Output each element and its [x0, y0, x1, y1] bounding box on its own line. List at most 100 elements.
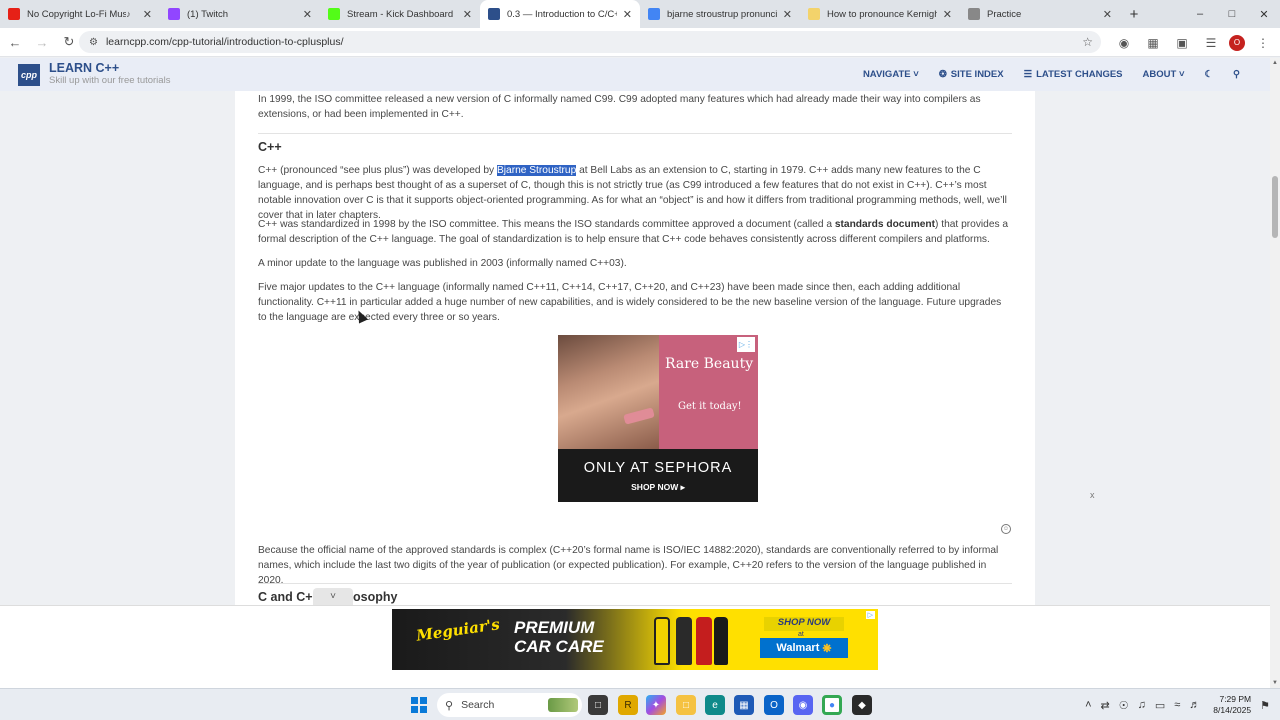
retailer-badge: Walmart ❋	[760, 638, 848, 658]
collapse-ad-chevron-icon[interactable]: ˅	[313, 588, 353, 605]
nav-about[interactable]: ABOUT ˅	[1143, 69, 1185, 80]
product-bottle-image	[654, 617, 670, 665]
maximize-icon[interactable]: □	[1216, 0, 1248, 28]
heading-c-and-cpp-part2: osophy	[353, 590, 398, 604]
nav-latest-changes[interactable]: ☰ LATEST CHANGES	[1024, 69, 1123, 80]
browser-tab[interactable]: How to pronounce Kernighan | ✕	[800, 0, 960, 28]
task-view-icon[interactable]: □	[588, 695, 608, 715]
extension-icon[interactable]: ◉	[1113, 32, 1135, 54]
p1-text-a: C++ (pronounced “see plus plus”) was dev…	[258, 165, 497, 176]
taskbar-search-label: Search	[461, 699, 495, 711]
learncpp-icon	[488, 8, 500, 20]
ad-brand-name: Rare Beauty	[665, 356, 754, 372]
product-bottle-image	[676, 617, 692, 665]
app-tray-icon[interactable]: ◆	[852, 695, 872, 715]
chevron-down-icon: ˅	[913, 69, 919, 80]
volume-icon[interactable]: ♬	[1189, 699, 1200, 711]
meguiars-ad[interactable]: Meguiar's PREMIUM CAR CARE SHOP NOW at W…	[392, 609, 878, 670]
dark-mode-moon-icon[interactable]: ☾	[1205, 69, 1214, 80]
security-icon[interactable]: ☉	[1119, 699, 1129, 712]
product-bottle-image	[714, 617, 728, 665]
page-scrollbar[interactable]: ▲ ▼	[1270, 58, 1280, 688]
system-clock[interactable]: 7:29 PM 8/14/2025	[1213, 694, 1251, 716]
menu-kebab-icon[interactable]: ⋮	[1252, 32, 1274, 54]
browser-tab[interactable]: Stream - Kick Dashboard ✕	[320, 0, 480, 28]
new-tab-button[interactable]: +	[1120, 0, 1148, 28]
chevron-up-icon[interactable]: ˄	[1085, 699, 1091, 711]
feedback-icon[interactable]: ☺	[1001, 524, 1011, 534]
site-nav: NAVIGATE ˅ ❂ SITE INDEX ☰ LATEST CHANGES A…	[863, 58, 1240, 91]
notification-bell-icon[interactable]: ⚑	[1260, 699, 1270, 712]
address-bar[interactable]: ⚙ learncpp.com/cpp-tutorial/introduction…	[79, 31, 1101, 53]
list-icon: ☰	[1023, 69, 1033, 80]
close-tab-icon[interactable]: ✕	[143, 8, 152, 21]
ad-shop-now[interactable]: SHOP NOW	[764, 617, 844, 631]
rare-beauty-ad[interactable]: Rare Beauty Get it today! ONLY AT SEPHOR…	[558, 335, 758, 502]
browser-toolbar: ← → ↻ ⚙ learncpp.com/cpp-tutorial/introd…	[0, 28, 1280, 57]
microphone-icon[interactable]: ♫	[1138, 699, 1146, 711]
minimize-icon[interactable]: –	[1184, 0, 1216, 28]
windows-start-icon[interactable]	[411, 697, 427, 713]
close-tab-icon[interactable]: ✕	[303, 8, 312, 21]
chrome-icon[interactable]: ●	[822, 695, 842, 715]
close-tab-icon[interactable]: ✕	[783, 8, 792, 21]
window-controls: – □ ✕	[1184, 0, 1280, 28]
clock-time: 7:29 PM	[1219, 694, 1252, 704]
close-tab-icon[interactable]: ✕	[943, 8, 952, 21]
adchoices-icon[interactable]: ▷	[865, 611, 875, 619]
browser-tab[interactable]: Practice ✕	[960, 0, 1120, 28]
browser-tab[interactable]: No Copyright Lo-Fi Music 2♪ ✕	[0, 0, 160, 28]
copilot-icon[interactable]: ✦	[646, 695, 666, 715]
scroll-down-arrow-icon[interactable]: ▼	[1270, 680, 1280, 686]
scroll-up-arrow-icon[interactable]: ▲	[1270, 60, 1280, 66]
reload-icon[interactable]: ↻	[57, 30, 81, 54]
paragraph-naming: Because the official name of the approve…	[258, 545, 999, 586]
browser-tab[interactable]: bjarne stroustrup pronunciatio ✕	[640, 0, 800, 28]
highlighted-text[interactable]: Bjarne Stroustrup	[496, 165, 577, 176]
nav-site-index[interactable]: ❂ SITE INDEX	[939, 69, 1004, 80]
windows-taskbar: ⚲ Search □ R ✦ □ e ▦ O ◉ ● ◆ ˄ ⇄ ☉ ♫ ▭ ≈…	[0, 688, 1280, 720]
display-icon[interactable]: ▭	[1155, 699, 1165, 712]
wifi-icon[interactable]: ≈	[1174, 699, 1180, 711]
taskbar-search[interactable]: ⚲ Search	[437, 693, 582, 717]
extensions-puzzle-icon[interactable]: ▦	[1142, 32, 1164, 54]
scrollbar-thumb[interactable]	[1272, 176, 1278, 238]
site-brand[interactable]: LEARN C++ Skill up with our free tutoria…	[49, 62, 170, 86]
tab-title: (1) Twitch	[187, 8, 229, 20]
sync-icon[interactable]: ⇄	[1101, 699, 1110, 712]
search-icon[interactable]: ⚲	[1233, 69, 1240, 80]
ad-headline-1: PREMIUM	[514, 618, 595, 637]
app-r-icon[interactable]: R	[618, 695, 638, 715]
ad-close-button[interactable]: x	[1090, 490, 1095, 500]
close-tab-icon[interactable]: ✕	[623, 8, 632, 21]
media-icon[interactable]: ☰	[1200, 32, 1222, 54]
bookmark-star-icon[interactable]: ☆	[1082, 35, 1093, 49]
tab-title: Stream - Kick Dashboard	[347, 8, 454, 20]
close-window-icon[interactable]: ✕	[1248, 0, 1280, 28]
search-icon: ⚲	[445, 699, 454, 712]
store-icon[interactable]: ▦	[734, 695, 754, 715]
outlook-icon[interactable]: O	[764, 695, 784, 715]
site-info-icon[interactable]: ⚙	[89, 37, 98, 48]
discord-icon[interactable]: ◉	[793, 695, 813, 715]
forward-icon[interactable]: →	[30, 30, 54, 54]
tab-audio-icon[interactable]: ♪	[126, 9, 131, 19]
close-tab-icon[interactable]: ✕	[463, 8, 472, 21]
clock-date: 8/14/2025	[1213, 705, 1252, 715]
adchoices-icon[interactable]: ▷⋮	[736, 337, 755, 352]
edge-icon[interactable]: e	[705, 695, 725, 715]
browser-tab[interactable]: (1) Twitch ✕	[160, 0, 320, 28]
nav-navigate[interactable]: NAVIGATE ˅	[863, 69, 919, 80]
ad-photo	[558, 335, 659, 449]
file-explorer-icon[interactable]: □	[676, 695, 696, 715]
back-icon[interactable]: ←	[3, 30, 27, 54]
site-name[interactable]: LEARN C++	[49, 62, 170, 76]
browser-tab[interactable]: 0.3 — Introduction to C/C++ - ✕	[480, 0, 640, 28]
site-logo[interactable]: cpp	[18, 63, 40, 86]
close-tab-icon[interactable]: ✕	[1103, 8, 1112, 21]
divider	[258, 583, 1012, 584]
heading-cpp: C++	[258, 140, 282, 154]
cast-icon[interactable]: ▣	[1171, 32, 1193, 54]
profile-avatar[interactable]: O	[1229, 34, 1245, 51]
ad-shop-now[interactable]: SHOP NOW ▸	[558, 480, 758, 495]
